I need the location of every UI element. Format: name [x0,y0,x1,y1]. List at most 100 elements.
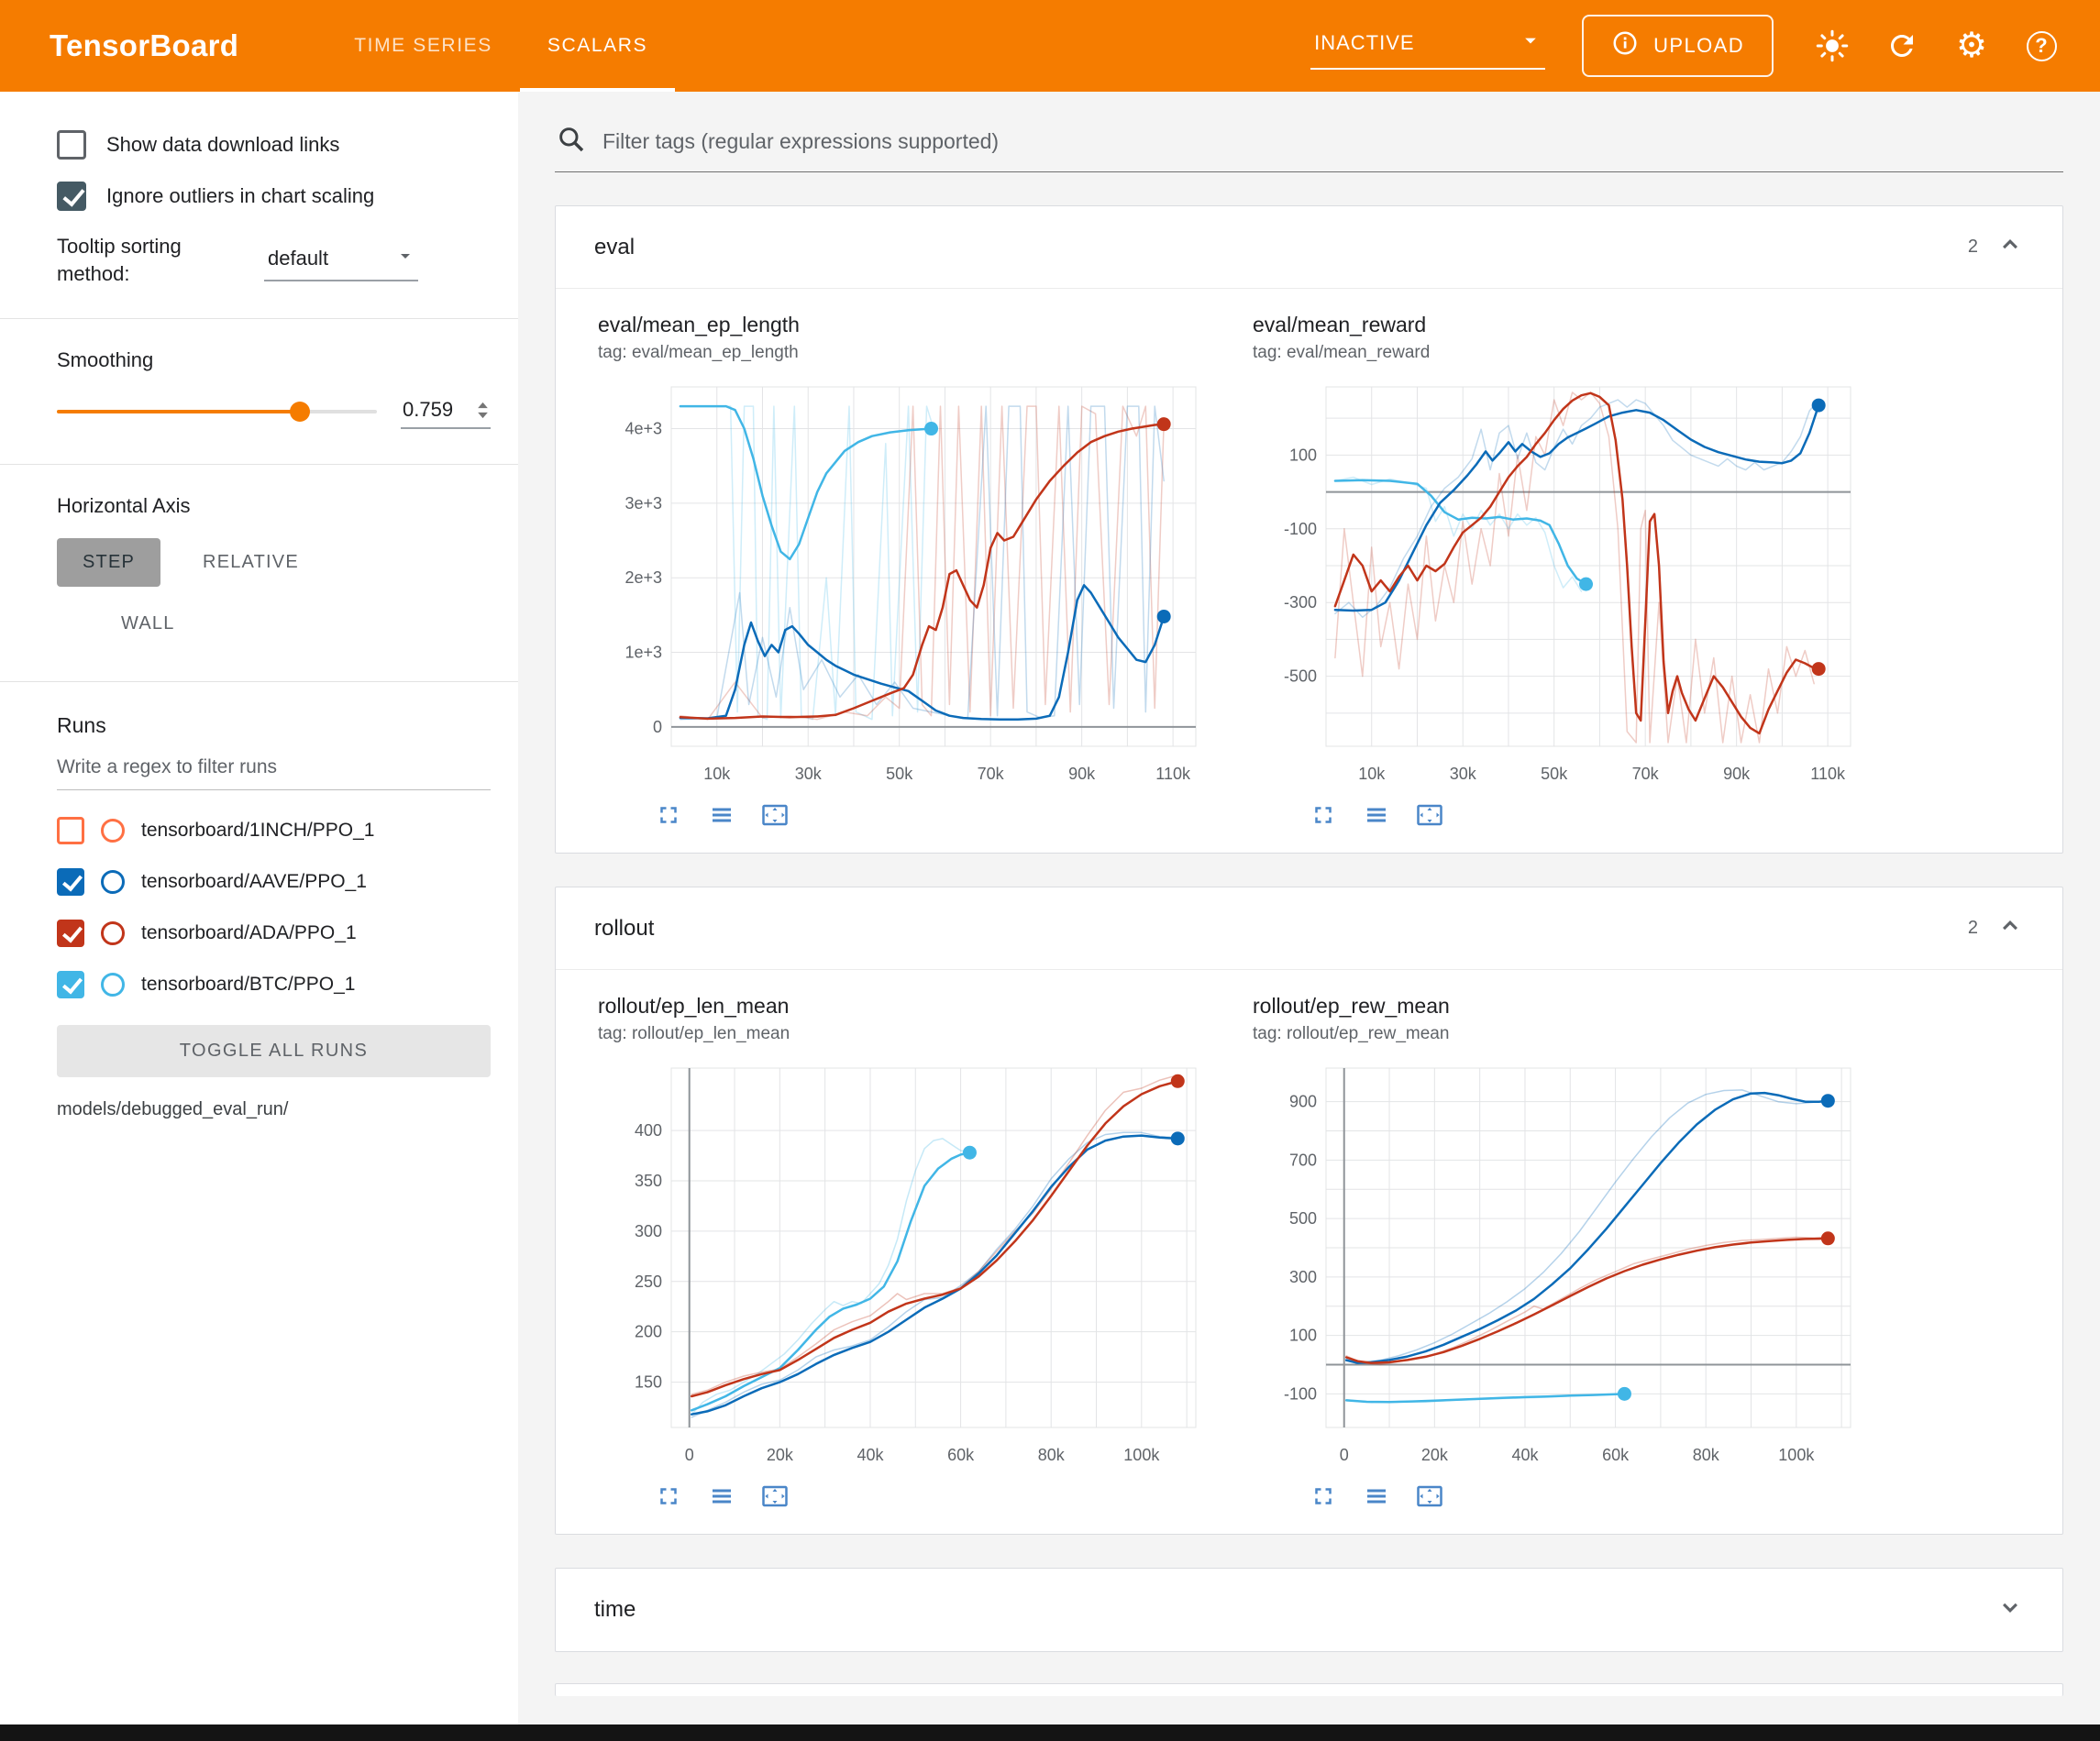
section-time-header[interactable]: time [556,1569,2062,1651]
svg-text:80k: 80k [1693,1446,1720,1464]
section-eval-header[interactable]: eval 2 [556,206,2062,289]
chart-panel-eval-mean-reward: eval/mean_reward tag: eval/mean_reward 1… [1249,313,1882,829]
runs-filter-input[interactable] [57,747,491,790]
upload-button[interactable]: UPLOAD [1582,15,1774,77]
expand-section-icon[interactable] [1996,1593,2024,1626]
run-color-swatch [101,973,125,997]
svg-text:10k: 10k [1358,765,1386,783]
checkbox-label: Show data download links [106,133,339,157]
section-header-right [1978,1593,2024,1626]
main-content: eval 2 eval/mean_ep_length tag: eval/mea… [518,92,2100,1724]
run-checkbox[interactable] [57,920,84,947]
axis-relative-button[interactable]: RELATIVE [177,538,325,587]
tooltip-sorting-select[interactable]: default [264,239,418,281]
svg-text:1e+3: 1e+3 [624,644,662,662]
fullscreen-icon[interactable] [655,1482,682,1510]
checkbox-label: Ignore outliers in chart scaling [106,184,374,208]
horizontal-axis-label: Horizontal Axis [57,494,491,518]
svg-text:200: 200 [635,1323,662,1341]
fit-domain-icon[interactable] [1416,801,1443,829]
chart-tag: tag: eval/mean_reward [1253,343,1882,363]
fullscreen-icon[interactable] [1310,801,1337,829]
data-table-icon[interactable] [708,1482,735,1510]
svg-text:30k: 30k [1450,765,1477,783]
svg-text:-500: -500 [1284,667,1317,686]
stepper-arrows-icon[interactable] [477,402,489,419]
svg-text:3e+3: 3e+3 [624,494,662,512]
svg-text:70k: 70k [1632,765,1660,783]
svg-text:0: 0 [1340,1446,1349,1464]
chart-title: rollout/ep_rew_mean [1253,994,1882,1019]
fit-domain-icon[interactable] [1416,1482,1443,1510]
smoothing-label: Smoothing [57,348,491,372]
svg-text:80k: 80k [1038,1446,1066,1464]
run-checkbox[interactable] [57,868,84,896]
run-item-aave[interactable]: tensorboard/AAVE/PPO_1 [57,856,491,908]
settings-gear-icon[interactable] [1953,28,1990,64]
line-chart[interactable]: 020k40k60k80k100k150200250300350400 [594,1053,1210,1475]
section-rollout-header[interactable]: rollout 2 [556,887,2062,970]
slider-fill [57,410,300,413]
data-table-icon[interactable] [1363,1482,1390,1510]
runs-heading: Runs [57,713,491,738]
svg-text:60k: 60k [947,1446,975,1464]
fit-domain-icon[interactable] [761,801,789,829]
help-icon[interactable] [2023,28,2060,64]
brightness-icon[interactable] [1814,28,1851,64]
collapse-section-icon[interactable] [1996,912,2024,945]
tag-filter-input[interactable] [601,128,2060,155]
line-chart[interactable]: 10k30k50k70k90k110k-500-300-100100 [1249,372,1865,794]
chart-tag: tag: eval/mean_ep_length [598,343,1227,363]
tooltip-sorting-row: Tooltip sorting method: default [57,233,491,287]
refresh-icon[interactable] [1884,28,1920,64]
run-item-btc[interactable]: tensorboard/BTC/PPO_1 [57,959,491,1010]
chart-toolbar [1310,1482,1882,1510]
tab-time-series[interactable]: TIME SERIES [326,0,520,92]
run-checkbox[interactable] [57,971,84,998]
svg-text:350: 350 [635,1172,662,1190]
toggle-all-runs-button[interactable]: TOGGLE ALL RUNS [57,1025,491,1077]
svg-text:70k: 70k [978,765,1005,783]
svg-text:90k: 90k [1723,765,1751,783]
checkbox-icon[interactable] [57,182,86,211]
fit-domain-icon[interactable] [761,1482,789,1510]
slider-thumb[interactable] [290,402,310,422]
collapse-section-icon[interactable] [1996,231,2024,264]
svg-text:90k: 90k [1068,765,1096,783]
settings-sidebar: Show data download links Ignore outliers… [0,92,518,1724]
line-chart[interactable]: 020k40k60k80k100k-100100300500700900 [1249,1053,1865,1475]
chart-toolbar [1310,801,1882,829]
section-chart-count: 2 [1968,918,1978,939]
status-dropdown[interactable]: INACTIVE [1310,22,1545,70]
window-bottom-edge [0,1724,2100,1741]
axis-step-button[interactable]: STEP [57,538,160,587]
show-download-links-checkbox-row[interactable]: Show data download links [57,130,491,160]
fullscreen-icon[interactable] [655,801,682,829]
help-circle [2027,31,2057,61]
svg-text:900: 900 [1289,1093,1317,1111]
tab-scalars[interactable]: SCALARS [520,0,675,92]
search-icon [557,125,586,159]
fullscreen-icon[interactable] [1310,1482,1337,1510]
run-label: tensorboard/ADA/PPO_1 [141,922,357,944]
header-icons [1814,28,2060,64]
run-checkbox[interactable] [57,817,84,844]
data-table-icon[interactable] [1363,801,1390,829]
run-item-1inch[interactable]: tensorboard/1INCH/PPO_1 [57,805,491,856]
svg-text:100: 100 [1289,446,1317,464]
svg-text:110k: 110k [1155,765,1191,783]
checkbox-icon[interactable] [57,130,86,160]
chart-title: rollout/ep_len_mean [598,994,1227,1019]
run-label: tensorboard/AAVE/PPO_1 [141,871,367,893]
ignore-outliers-checkbox-row[interactable]: Ignore outliers in chart scaling [57,182,491,211]
data-table-icon[interactable] [708,801,735,829]
smoothing-value-input[interactable]: 0.759 [401,394,491,429]
axis-wall-button[interactable]: WALL [95,600,201,648]
section-header-right: 2 [1968,231,2024,264]
run-item-ada[interactable]: tensorboard/ADA/PPO_1 [57,908,491,959]
section-title: time [594,1597,636,1623]
smoothing-slider[interactable] [57,395,377,428]
svg-text:20k: 20k [1421,1446,1449,1464]
chart-toolbar [655,801,1227,829]
line-chart[interactable]: 10k30k50k70k90k110k01e+32e+33e+34e+3 [594,372,1210,794]
